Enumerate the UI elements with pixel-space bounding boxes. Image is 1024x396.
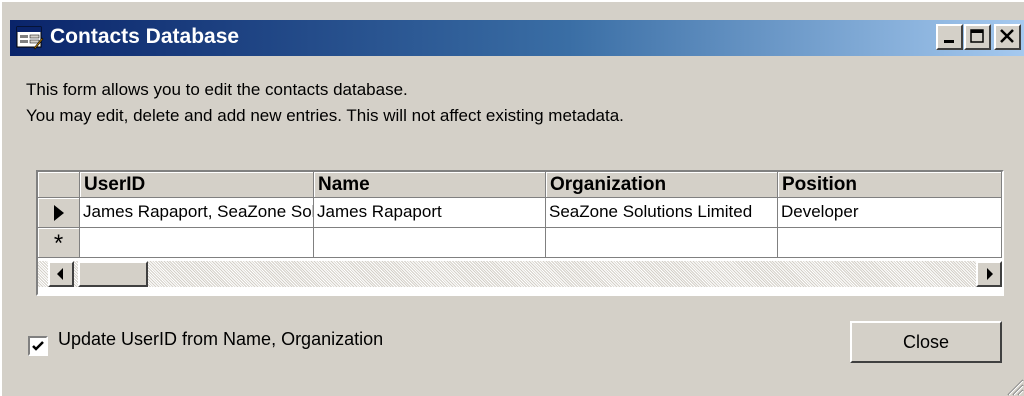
intro-line-1: This form allows you to edit the contact… (26, 80, 408, 99)
close-window-button[interactable] (994, 24, 1021, 50)
new-cell-name[interactable] (314, 228, 546, 258)
column-header-organization[interactable]: Organization (546, 172, 778, 198)
cell-name[interactable]: James Rapaport (314, 198, 546, 228)
resize-grip-icon[interactable] (1002, 374, 1024, 396)
intro-line-2: You may edit, delete and add new entries… (26, 106, 624, 125)
minimize-button[interactable] (936, 24, 963, 50)
form-app-icon (16, 26, 44, 50)
contacts-grid[interactable]: UserID Name Organization Position James … (36, 170, 1004, 296)
title-bar[interactable]: Contacts Database (10, 20, 1024, 56)
row-selector-current[interactable] (38, 198, 80, 228)
window-title: Contacts Database (50, 25, 240, 48)
close-icon (1000, 29, 1014, 43)
cell-position[interactable]: Developer (778, 198, 1002, 228)
new-cell-userid[interactable] (80, 228, 314, 258)
new-cell-organization[interactable] (546, 228, 778, 258)
scroll-left-arrow-icon (57, 268, 63, 280)
close-button[interactable]: Close (850, 321, 1002, 363)
grid-corner[interactable] (38, 172, 80, 198)
scroll-thumb[interactable] (78, 261, 148, 287)
maximize-icon (970, 29, 984, 43)
new-row-marker[interactable]: * (38, 228, 80, 258)
maximize-button[interactable] (964, 24, 991, 50)
cell-userid[interactable]: James Rapaport, SeaZone Solutions Limite… (80, 198, 314, 228)
minimize-icon (944, 40, 954, 43)
update-userid-label[interactable]: Update UserID from Name, Organization (58, 329, 383, 350)
scroll-left-button[interactable] (48, 261, 74, 287)
cell-organization[interactable]: SeaZone Solutions Limited (546, 198, 778, 228)
scroll-right-button[interactable] (976, 261, 1002, 287)
column-header-position[interactable]: Position (778, 172, 1002, 198)
column-header-name[interactable]: Name (314, 172, 546, 198)
new-cell-position[interactable] (778, 228, 1002, 258)
scroll-right-arrow-icon (987, 268, 993, 280)
checkmark-icon (32, 341, 44, 351)
contacts-database-window: Contacts Database This form allows you t… (0, 0, 1024, 396)
column-header-userid[interactable]: UserID (80, 172, 314, 198)
update-userid-checkbox[interactable] (28, 336, 48, 356)
horizontal-scrollbar[interactable] (38, 261, 1002, 287)
current-row-arrow-icon (54, 205, 64, 221)
